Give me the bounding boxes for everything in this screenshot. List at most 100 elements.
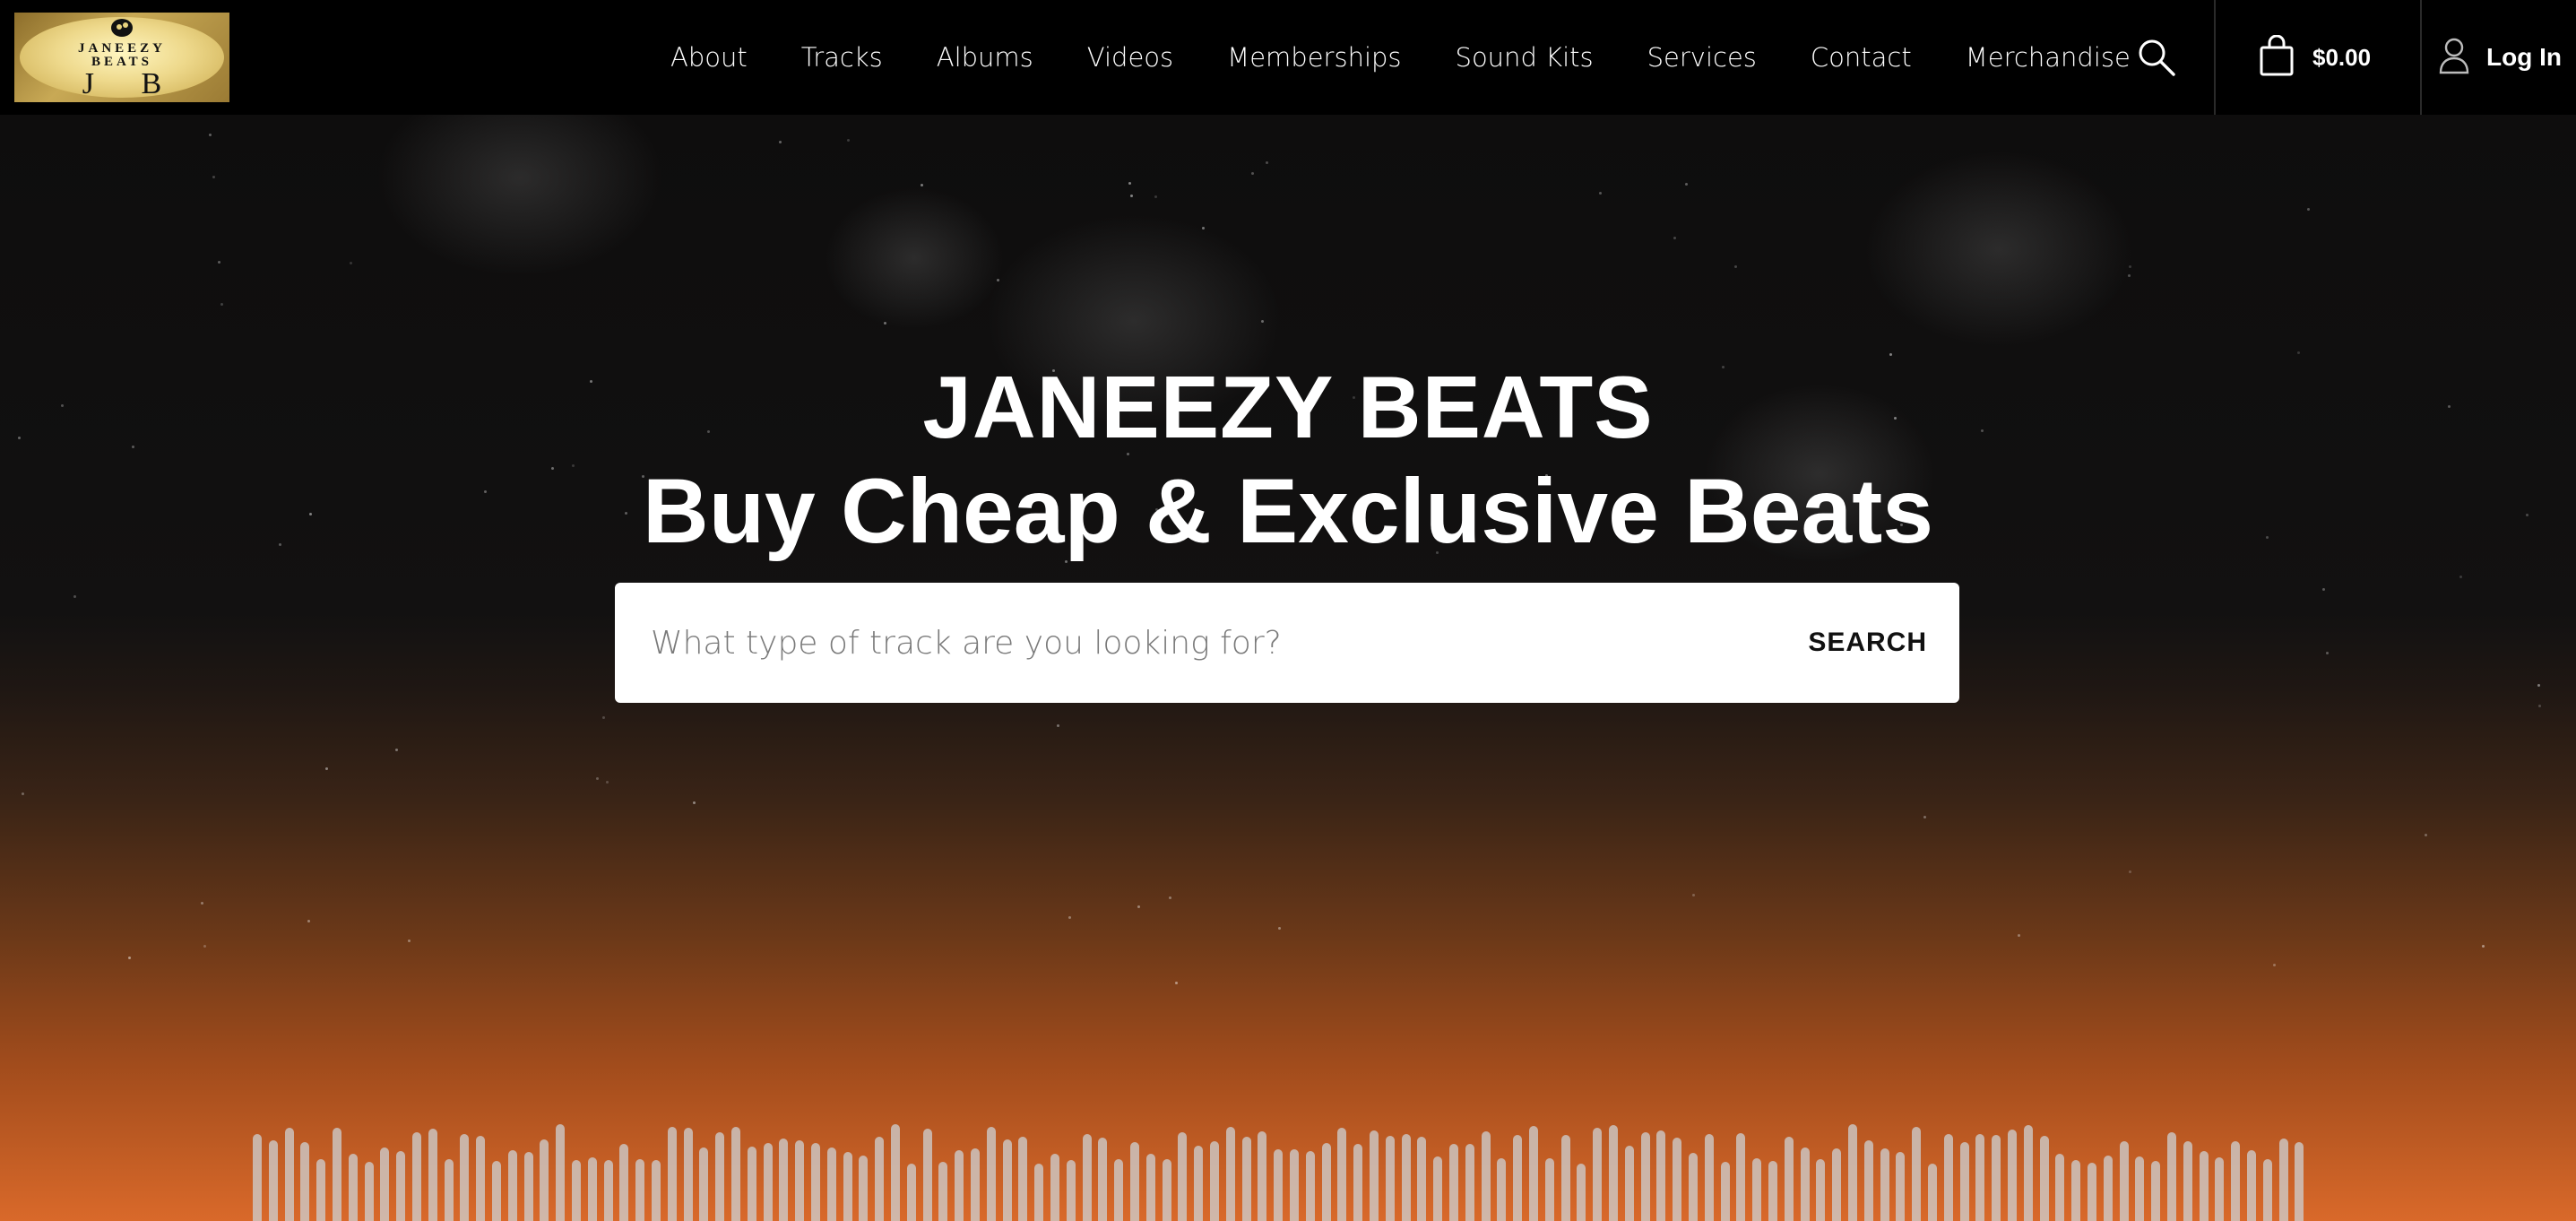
waveform-bar — [2135, 1156, 2144, 1221]
nav-link-videos[interactable]: Videos — [1087, 42, 1173, 73]
track-search-input[interactable] — [615, 583, 1776, 703]
star — [220, 303, 223, 306]
waveform-bar — [1402, 1134, 1411, 1221]
star — [395, 749, 398, 751]
hero-title: JANEEZY BEATS — [922, 358, 1654, 456]
star — [2297, 351, 2300, 354]
sky-haze — [825, 186, 1004, 330]
star — [325, 767, 328, 770]
nav-link-memberships[interactable]: Memberships — [1227, 42, 1401, 73]
audio-waveform — [253, 1118, 2314, 1221]
waveform-bar — [333, 1128, 341, 1221]
waveform-bar — [1801, 1147, 1810, 1221]
star — [1068, 916, 1071, 919]
waveform-bar — [476, 1136, 485, 1221]
star — [1137, 905, 1140, 908]
waveform-bar — [1752, 1158, 1761, 1221]
waveform-bar — [795, 1140, 804, 1221]
waveform-bar — [1098, 1138, 1107, 1221]
nav-link-contact[interactable]: Contact — [1811, 42, 1912, 73]
waveform-bar — [412, 1132, 421, 1221]
site-logo[interactable]: JANEEZY BEATS J B — [14, 13, 229, 102]
waveform-bar — [907, 1164, 916, 1221]
waveform-bar — [764, 1143, 773, 1221]
star — [2425, 834, 2427, 836]
nav-link-merchandise[interactable]: Merchandise — [1966, 42, 2131, 73]
waveform-bar — [1337, 1128, 1346, 1221]
waveform-bar — [2008, 1130, 2017, 1221]
waveform-bar — [619, 1144, 628, 1221]
cart-button[interactable]: $0.00 — [2259, 34, 2371, 81]
nav-link-albums[interactable]: Albums — [937, 42, 1033, 73]
waveform-bar — [1992, 1135, 2001, 1221]
waveform-bar — [1928, 1164, 1937, 1221]
star — [1278, 927, 1281, 930]
nav-link-services[interactable]: Services — [1647, 42, 1757, 73]
star — [1057, 724, 1059, 727]
waveform-bar — [1944, 1134, 1953, 1221]
star — [1599, 192, 1602, 195]
login-label: Log In — [2486, 43, 2562, 71]
sky-haze — [376, 115, 663, 276]
waveform-bar — [2247, 1150, 2256, 1221]
star — [884, 322, 886, 325]
waveform-bar — [2215, 1157, 2224, 1221]
waveform-bar — [1497, 1158, 1506, 1221]
star — [1251, 172, 1254, 175]
waveform-bar — [1050, 1154, 1059, 1221]
login-button[interactable]: Log In — [2438, 36, 2562, 79]
star — [1673, 237, 1676, 239]
nav-divider — [2214, 0, 2216, 115]
waveform-bar — [635, 1159, 644, 1221]
waveform-bar — [1003, 1139, 1012, 1221]
waveform-bar — [715, 1132, 724, 1221]
waveform-bar — [1529, 1126, 1538, 1221]
nav-link-tracks[interactable]: Tracks — [801, 42, 883, 73]
waveform-bar — [2120, 1141, 2129, 1221]
star — [2129, 265, 2131, 268]
waveform-bar — [827, 1147, 836, 1221]
search-icon[interactable] — [2137, 38, 2176, 77]
waveform-bar — [253, 1134, 262, 1221]
star — [209, 134, 212, 136]
star — [1202, 227, 1205, 229]
main-nav: About Tracks Albums Videos Memberships S… — [670, 0, 2184, 115]
nav-link-about[interactable]: About — [670, 42, 748, 73]
waveform-bar — [1146, 1154, 1155, 1221]
waveform-bar — [1848, 1124, 1857, 1221]
waveform-bar — [1194, 1146, 1203, 1221]
waveform-bar — [2167, 1132, 2176, 1221]
waveform-bar — [492, 1161, 501, 1221]
waveform-bar — [1513, 1135, 1522, 1221]
waveform-bar — [396, 1151, 405, 1221]
waveform-bar — [428, 1129, 437, 1221]
star — [22, 792, 24, 795]
search-button[interactable]: SEARCH — [1776, 583, 1959, 703]
waveform-bar — [1912, 1127, 1921, 1221]
waveform-bar — [1067, 1160, 1076, 1221]
track-search-box: SEARCH — [615, 583, 1959, 703]
sky-haze — [1864, 151, 2133, 348]
waveform-bar — [1864, 1140, 1873, 1221]
waveform-bar — [1114, 1159, 1123, 1221]
star — [921, 184, 923, 186]
waveform-bar — [460, 1134, 469, 1221]
waveform-bar — [1083, 1134, 1092, 1221]
top-navbar: JANEEZY BEATS J B About Tracks Albums Vi… — [0, 0, 2576, 115]
hero-subtitle: Buy Cheap & Exclusive Beats — [643, 460, 1933, 562]
waveform-bar — [1353, 1144, 1362, 1221]
waveform-bar — [938, 1162, 947, 1221]
waveform-bar — [987, 1127, 996, 1221]
star — [2128, 274, 2131, 277]
star — [1128, 182, 1131, 185]
waveform-bar — [572, 1160, 581, 1221]
nav-link-sound-kits[interactable]: Sound Kits — [1456, 42, 1594, 73]
waveform-bar — [316, 1159, 325, 1221]
star — [847, 139, 850, 142]
waveform-bar — [1975, 1134, 1984, 1221]
waveform-bar — [1705, 1134, 1714, 1221]
waveform-bar — [1656, 1130, 1665, 1221]
waveform-bar — [684, 1128, 693, 1221]
star — [1169, 896, 1171, 899]
logo-emblem: JANEEZY BEATS J B — [20, 17, 224, 99]
